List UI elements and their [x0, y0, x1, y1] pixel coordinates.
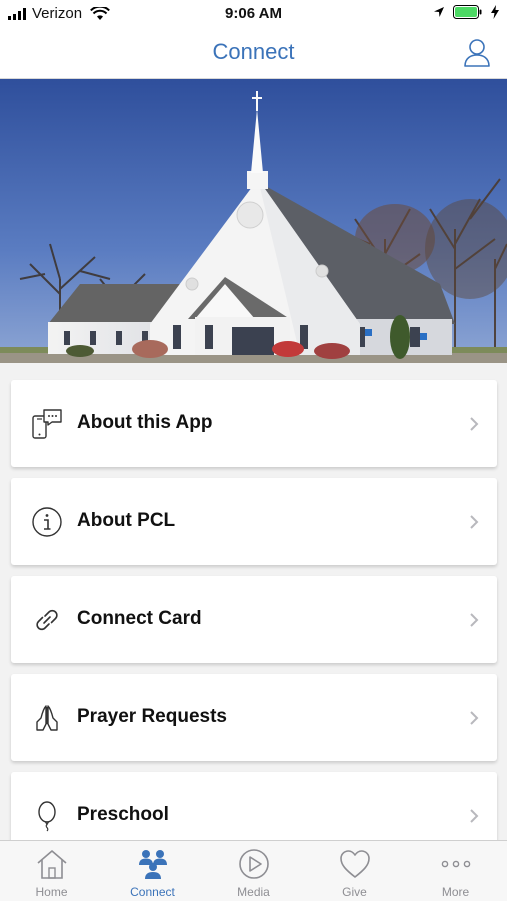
- tab-media[interactable]: Media: [203, 841, 304, 901]
- people-icon: [139, 850, 167, 879]
- tab-label: Media: [237, 885, 270, 899]
- chevron-right-icon: [470, 417, 479, 431]
- heart-icon: [340, 850, 370, 878]
- chevron-right-icon: [470, 613, 479, 627]
- info-icon: [32, 507, 62, 537]
- menu-item-about-app[interactable]: About this App: [11, 380, 497, 467]
- phone-chat-icon: [32, 409, 62, 439]
- menu-item-label: Connect Card: [77, 608, 202, 629]
- chevron-right-icon: [470, 809, 479, 823]
- status-bar: Verizon 9:06 AM: [0, 0, 507, 28]
- charging-bolt-icon: [491, 5, 499, 19]
- menu-item-label: About this App: [77, 412, 213, 433]
- chevron-right-icon: [470, 711, 479, 725]
- battery-icon: [453, 5, 482, 19]
- tab-label: Give: [342, 885, 367, 899]
- menu-item-preschool[interactable]: Preschool: [11, 772, 497, 840]
- more-icon: [441, 860, 471, 868]
- tab-connect[interactable]: Connect: [102, 841, 203, 901]
- tab-label: Connect: [130, 885, 175, 899]
- location-arrow-icon: [434, 7, 444, 17]
- balloon-icon: [38, 801, 56, 832]
- chevron-right-icon: [470, 515, 479, 529]
- home-icon: [37, 850, 67, 879]
- menu-item-label: Preschool: [77, 804, 169, 825]
- status-time: 9:06 AM: [225, 5, 282, 22]
- church-photo: [0, 79, 507, 363]
- tab-give[interactable]: Give: [304, 841, 405, 901]
- page-title: Connect: [212, 39, 295, 64]
- menu-list: About this App About PCL Connect Card Pr…: [0, 363, 507, 840]
- link-icon: [36, 609, 58, 631]
- tab-label: Home: [35, 885, 68, 899]
- status-right: [433, 5, 499, 19]
- tab-label: More: [441, 885, 470, 899]
- menu-item-label: Prayer Requests: [77, 706, 227, 727]
- user-icon[interactable]: [463, 38, 491, 68]
- tab-more[interactable]: More: [405, 841, 506, 901]
- menu-item-prayer-requests[interactable]: Prayer Requests: [11, 674, 497, 761]
- play-icon: [239, 849, 269, 879]
- menu-item-label: About PCL: [77, 510, 176, 531]
- menu-item-about-pcl[interactable]: About PCL: [11, 478, 497, 565]
- navigation-bar: Connect: [0, 28, 507, 79]
- tab-home[interactable]: Home: [1, 841, 102, 901]
- hero-church-image: [0, 79, 507, 363]
- menu-item-connect-card[interactable]: Connect Card: [11, 576, 497, 663]
- tab-bar: Home Connect Media Give More: [0, 840, 507, 901]
- praying-hands-icon: [36, 705, 58, 731]
